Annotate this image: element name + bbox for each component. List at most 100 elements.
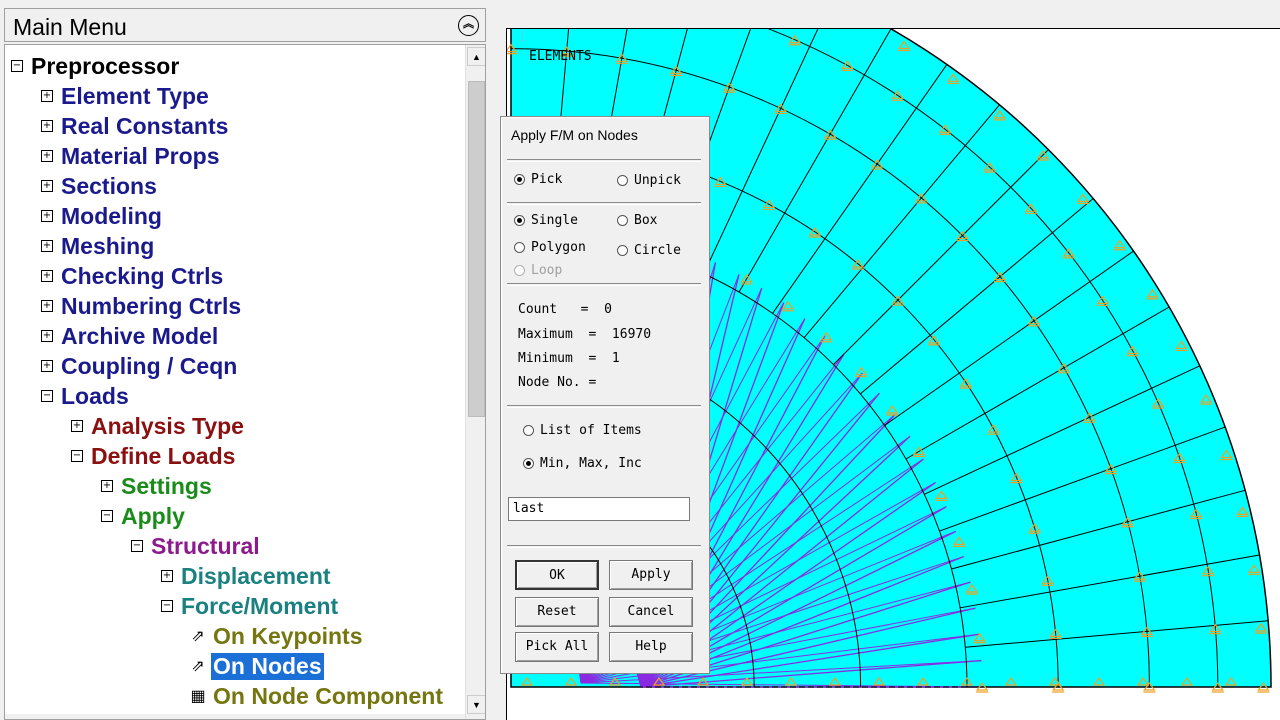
pick-arrow-icon: ⇗ — [191, 658, 205, 675]
reset-button[interactable]: Reset — [515, 597, 599, 627]
menu-item-label: Coupling / Ceqn — [61, 352, 238, 379]
cancel-button[interactable]: Cancel — [609, 597, 693, 627]
menu-item-modeling[interactable]: + Modeling — [41, 201, 164, 231]
expand-icon[interactable]: + — [71, 420, 83, 432]
loop-radio-label: Loop — [531, 263, 563, 278]
expand-icon[interactable]: + — [161, 570, 173, 582]
radio-unselected-icon — [523, 425, 534, 436]
apply-button[interactable]: Apply — [609, 560, 693, 590]
menu-item-checking-ctrls[interactable]: + Checking Ctrls — [41, 261, 225, 291]
menu-item-label: Numbering Ctrls — [61, 292, 242, 319]
dialog-title: Apply F/M on Nodes — [511, 127, 638, 143]
menu-item-on-keypoints[interactable]: ⇗ On Keypoints — [189, 621, 365, 651]
expand-icon[interactable]: + — [41, 90, 53, 102]
scroll-up-arrow-icon[interactable]: ▲ — [467, 47, 485, 66]
list-of-items-radio[interactable]: List of Items — [523, 423, 642, 438]
collapse-icon[interactable]: − — [161, 600, 173, 612]
expand-icon[interactable]: + — [41, 360, 53, 372]
window-number: 1 — [518, 30, 526, 45]
collapse-icon[interactable]: − — [71, 450, 83, 462]
menu-item-displacement[interactable]: + Displacement — [161, 561, 333, 591]
list-of-items-label: List of Items — [540, 423, 642, 438]
divider — [507, 405, 701, 408]
menu-item-material-props[interactable]: + Material Props — [41, 141, 222, 171]
double-chevron-up-icon[interactable]: ︽ — [458, 15, 479, 36]
menu-item-apply[interactable]: − Apply — [101, 501, 187, 531]
radio-unselected-icon — [617, 215, 628, 226]
expand-icon[interactable]: + — [41, 270, 53, 282]
menu-item-loads[interactable]: − Loads — [41, 381, 131, 411]
menu-item-coupling-ceqn[interactable]: + Coupling / Ceqn — [41, 351, 239, 381]
menu-item-numbering-ctrls[interactable]: + Numbering Ctrls — [41, 291, 243, 321]
expand-icon[interactable]: + — [41, 150, 53, 162]
main-menu-title: Main Menu — [13, 14, 127, 40]
single-radio-label: Single — [531, 213, 578, 228]
apply-fm-on-nodes-dialog: Apply F/M on Nodes Pick Unpick Single Bo… — [500, 116, 710, 674]
menu-item-label: Archive Model — [61, 322, 219, 349]
collapse-icon[interactable]: − — [41, 390, 53, 402]
menu-item-meshing[interactable]: + Meshing — [41, 231, 156, 261]
radio-unselected-icon — [617, 175, 628, 186]
expand-icon[interactable]: + — [41, 240, 53, 252]
maximum-readout: Maximum = 16970 — [518, 327, 652, 342]
expand-icon[interactable]: + — [41, 120, 53, 132]
dialog-window-icon: ▦ — [190, 688, 206, 705]
menu-item-settings[interactable]: + Settings — [101, 471, 214, 501]
menu-item-on-node-component[interactable]: ▦ On Node Component — [189, 681, 445, 711]
expand-icon[interactable]: + — [101, 480, 113, 492]
menu-item-sections[interactable]: + Sections — [41, 171, 159, 201]
box-radio[interactable]: Box — [617, 213, 657, 228]
menu-item-label: Material Props — [61, 142, 220, 169]
circle-radio-label: Circle — [634, 243, 681, 258]
menu-item-force-moment[interactable]: − Force/Moment — [161, 591, 340, 621]
pick-radio-label: Pick — [531, 172, 563, 187]
menu-item-on-nodes[interactable]: ⇗ On Nodes — [189, 651, 324, 681]
menu-item-label: Meshing — [61, 232, 155, 259]
menu-tree: − Preprocessor + Element Type + Real Constant… — [5, 45, 463, 719]
expand-icon[interactable]: + — [41, 300, 53, 312]
vertical-scrollbar[interactable]: ▲ ▼ — [465, 45, 485, 719]
help-button[interactable]: Help — [609, 632, 693, 662]
menu-item-label: Analysis Type — [91, 412, 244, 439]
expand-icon[interactable]: + — [41, 180, 53, 192]
radio-unselected-icon — [617, 245, 628, 256]
menu-item-structural[interactable]: − Structural — [131, 531, 262, 561]
collapse-icon[interactable]: − — [131, 540, 143, 552]
menu-item-real-constants[interactable]: + Real Constants — [41, 111, 230, 141]
menu-item-label: On Node Component — [213, 682, 443, 709]
polygon-radio[interactable]: Polygon — [514, 240, 586, 255]
expand-icon[interactable]: + — [41, 210, 53, 222]
collapse-icon[interactable]: − — [11, 60, 23, 72]
menu-tree-container: − Preprocessor + Element Type + Real Constant… — [4, 44, 486, 720]
single-radio[interactable]: Single — [514, 213, 578, 228]
menu-item-define-loads[interactable]: − Define Loads — [71, 441, 237, 471]
box-radio-label: Box — [634, 213, 658, 228]
circle-radio[interactable]: Circle — [617, 243, 681, 258]
pick-arrow-icon: ⇗ — [191, 628, 205, 645]
divider — [507, 545, 701, 548]
divider — [507, 202, 701, 205]
menu-item-label: Preprocessor — [31, 52, 180, 79]
main-menu-header: Main Menu ︽ — [4, 8, 486, 42]
minimum-readout: Minimum = 1 — [518, 351, 620, 366]
horizontal-scrollbar[interactable] — [5, 714, 465, 719]
menu-item-label: Displacement — [181, 562, 331, 589]
ok-button[interactable]: OK — [515, 560, 599, 590]
menu-item-element-type[interactable]: + Element Type — [41, 81, 211, 111]
menu-item-label: Sections — [61, 172, 157, 199]
pick-all-button[interactable]: Pick All — [515, 632, 599, 662]
scrollbar-thumb[interactable] — [468, 81, 485, 417]
scroll-down-arrow-icon[interactable]: ▼ — [467, 695, 485, 714]
menu-item-label: Structural — [151, 532, 260, 559]
expand-icon[interactable]: + — [41, 330, 53, 342]
polygon-radio-label: Polygon — [531, 240, 586, 255]
min-max-inc-radio[interactable]: Min, Max, Inc — [523, 456, 642, 471]
menu-item-archive-model[interactable]: + Archive Model — [41, 321, 220, 351]
unpick-radio[interactable]: Unpick — [617, 173, 681, 188]
pick-entry-field[interactable]: last — [508, 497, 690, 521]
menu-item-label: Modeling — [61, 202, 162, 229]
menu-item-analysis-type[interactable]: + Analysis Type — [71, 411, 246, 441]
collapse-icon[interactable]: − — [101, 510, 113, 522]
menu-item-preprocessor[interactable]: − Preprocessor — [11, 51, 181, 81]
pick-radio[interactable]: Pick — [514, 172, 562, 187]
